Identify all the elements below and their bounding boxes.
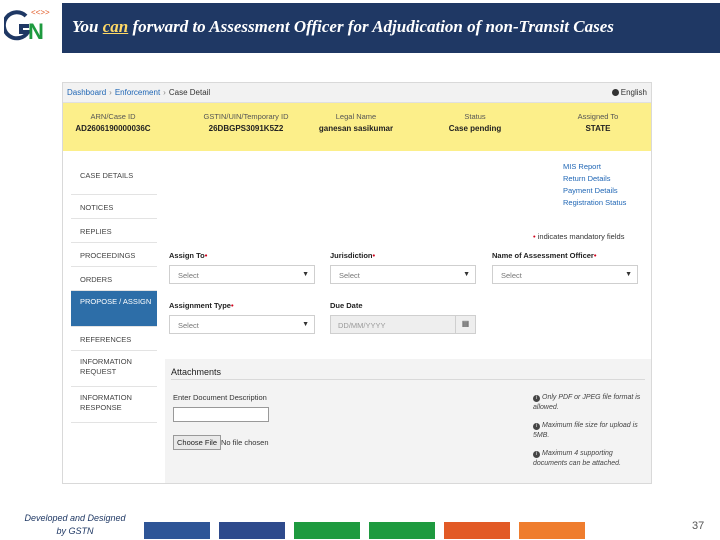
gstin: GSTIN/UIN/Temporary ID 26DBGPS3091K5Z2	[203, 112, 289, 133]
color-strip-4	[369, 522, 435, 539]
sidebar-item-replies[interactable]: REPLIES	[71, 219, 157, 243]
title-highlight: can	[102, 17, 129, 36]
jurisdiction-label: Jurisdiction•	[330, 251, 376, 260]
attachments-panel: Attachments Enter Document Description C…	[165, 359, 651, 483]
globe-icon	[611, 89, 619, 96]
gstn-logo: N <<>>	[4, 8, 50, 44]
breadcrumb: Dashboard › Enforcement › Case Detail	[67, 88, 211, 97]
assign-to-label: Assign To•	[169, 251, 208, 260]
svg-text:N: N	[28, 19, 44, 44]
sidebar-item-information-response[interactable]: INFORMATION RESPONSE	[71, 387, 157, 423]
info-icon: i	[533, 423, 540, 430]
no-file-text: No file chosen	[221, 438, 269, 447]
attachments-title: Attachments	[171, 367, 222, 377]
chevron-down-icon: ▼	[302, 321, 309, 328]
footer-credit: Developed and Designed by GSTN	[24, 513, 126, 536]
sidebar-item-proceedings[interactable]: PROCEEDINGS	[71, 243, 157, 267]
info-icon: i	[533, 451, 540, 458]
breadcrumb-dashboard[interactable]: Dashboard	[67, 88, 106, 97]
choose-file-button[interactable]: Choose File	[173, 435, 222, 450]
attachments-divider	[171, 379, 645, 380]
case-status: Status Case pending	[448, 112, 502, 133]
case-header: ARN/Case ID AD2606190000036C GSTIN/UIN/Te…	[63, 103, 651, 151]
assigned-to: Assigned To STATE	[577, 112, 619, 133]
assignment-type-select[interactable]: Select ▼	[169, 315, 315, 334]
color-strip-6	[519, 522, 585, 539]
note-file-format: i Only PDF or JPEG file format is allowed…	[533, 394, 641, 411]
sidebar-item-propose-assign[interactable]: PROPOSE / ASSIGN	[71, 291, 157, 327]
slide-title: You can forward to Assessment Officer fo…	[72, 17, 614, 36]
assign-to-select[interactable]: Select ▼	[169, 265, 315, 284]
legal-name: Legal Name ganesan sasikumar	[318, 112, 394, 133]
color-strip-3	[294, 522, 360, 539]
case-sidebar: CASE DETAILS NOTICES REPLIES PROCEEDINGS…	[71, 159, 157, 423]
sidebar-item-notices[interactable]: NOTICES	[71, 195, 157, 219]
slide-header: N <<>> You can forward to Assessment Off…	[0, 0, 720, 56]
assignment-type-label: Assignment Type•	[169, 301, 234, 310]
registration-status-link[interactable]: Registration Status	[563, 197, 626, 209]
document-description-input[interactable]	[173, 407, 269, 422]
due-date-label: Due Date	[330, 301, 363, 310]
language-selector[interactable]: English	[611, 88, 647, 97]
sidebar-item-case-details[interactable]: CASE DETAILS	[71, 159, 157, 195]
chevron-down-icon: ▼	[463, 271, 470, 278]
document-description-label: Enter Document Description	[173, 393, 267, 402]
jurisdiction-select[interactable]: Select ▼	[330, 265, 476, 284]
sidebar-item-references[interactable]: REFERENCES	[71, 327, 157, 351]
svg-text:<<>>: <<>>	[31, 8, 50, 17]
note-file-size: i Maximum file size for upload is 5MB.	[533, 422, 638, 439]
color-strip-2	[219, 522, 285, 539]
title-bar: You can forward to Assessment Officer fo…	[62, 3, 720, 53]
quick-links: MIS Report Return Details Payment Detail…	[563, 161, 626, 209]
mis-report-link[interactable]: MIS Report	[563, 161, 626, 173]
assessment-officer-select[interactable]: Select ▼	[492, 265, 638, 284]
due-date-field[interactable]: DD/MM/YYYY ▦	[330, 315, 476, 334]
calendar-icon[interactable]: ▦	[455, 316, 475, 333]
chevron-down-icon: ▼	[625, 271, 632, 278]
page-number: 37	[692, 520, 705, 532]
note-max-documents: i Maximum 4 supporting documents can be a…	[533, 450, 621, 467]
color-strip-1	[144, 522, 210, 539]
attachment-notes: i Only PDF or JPEG file format is allowed…	[533, 393, 645, 477]
return-details-link[interactable]: Return Details	[563, 173, 626, 185]
info-icon: i	[533, 395, 540, 402]
mandatory-note: • indicates mandatory fields	[533, 232, 625, 241]
case-id: ARN/Case ID AD2606190000036C	[75, 112, 151, 133]
breadcrumb-current: Case Detail	[168, 88, 211, 97]
portal-screenshot: Dashboard › Enforcement › Case Detail Englis…	[62, 82, 652, 484]
sidebar-item-orders[interactable]: ORDERS	[71, 267, 157, 291]
breadcrumb-bar: Dashboard › Enforcement › Case Detail Englis…	[63, 83, 651, 103]
assessment-officer-label: Name of Assessment Officer•	[492, 251, 597, 260]
sidebar-item-information-request[interactable]: INFORMATION REQUEST	[71, 351, 157, 387]
payment-details-link[interactable]: Payment Details	[563, 185, 626, 197]
chevron-down-icon: ▼	[302, 271, 309, 278]
color-strip-5	[444, 522, 510, 539]
breadcrumb-enforcement[interactable]: Enforcement	[115, 88, 160, 97]
